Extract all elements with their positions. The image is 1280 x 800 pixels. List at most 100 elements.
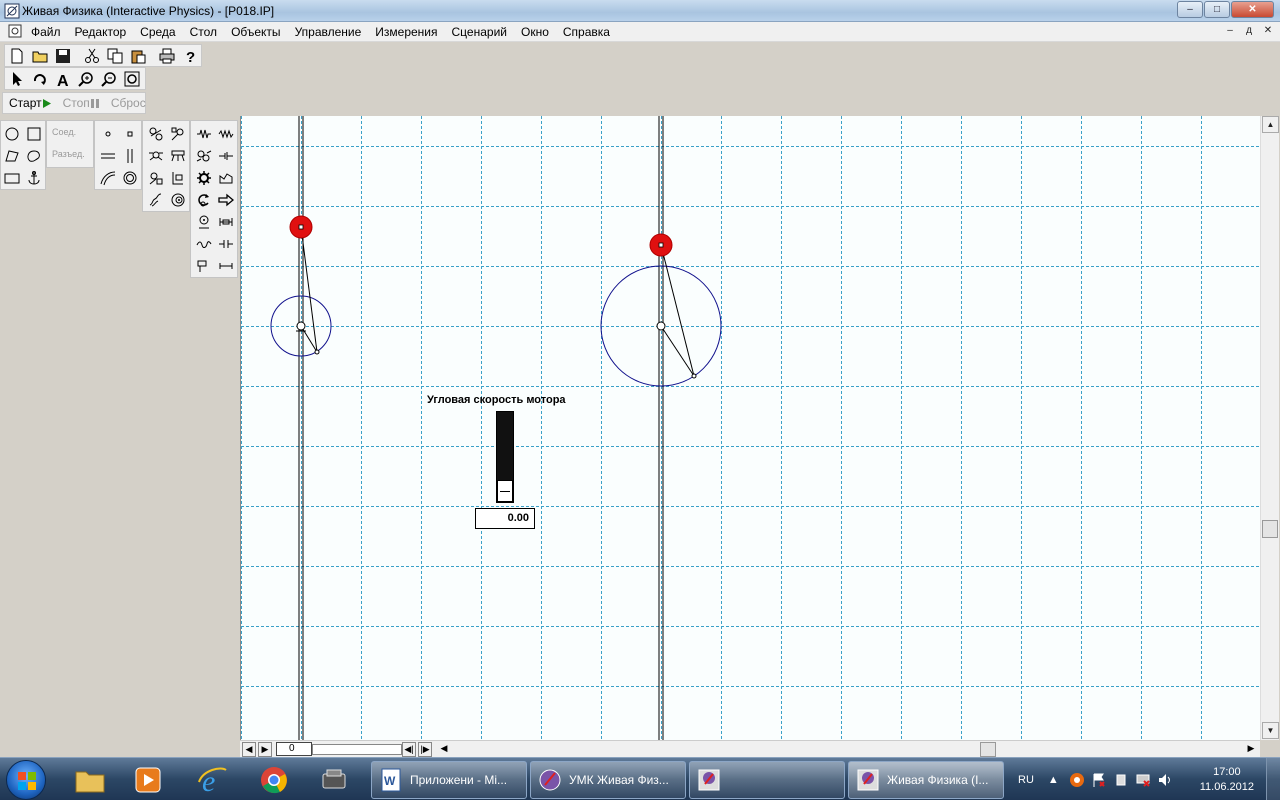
- spring-tool-icon[interactable]: [145, 189, 167, 211]
- slider-knob[interactable]: [497, 480, 513, 502]
- cut-scissors-icon[interactable]: [80, 45, 103, 66]
- frame-counter[interactable]: 0: [276, 742, 312, 756]
- force-arrow-icon[interactable]: [215, 189, 237, 211]
- help-question-icon[interactable]: ?: [178, 45, 201, 66]
- horizontal-scroll-thumb[interactable]: [980, 742, 996, 757]
- vertical-slot-icon[interactable]: [119, 145, 141, 167]
- start-button[interactable]: Старт: [3, 96, 57, 110]
- menu-script[interactable]: Сценарий: [445, 25, 514, 39]
- square-tool-icon[interactable]: [1, 167, 23, 189]
- closed-slot-icon[interactable]: [119, 167, 141, 189]
- explorer-pin[interactable]: [64, 762, 116, 798]
- zoom-out-icon[interactable]: [97, 68, 120, 89]
- wave-spring-icon[interactable]: [215, 123, 237, 145]
- flag-icon[interactable]: [1091, 772, 1107, 788]
- rod-tool-icon[interactable]: [145, 167, 167, 189]
- curved-slot-icon[interactable]: [97, 167, 119, 189]
- taskbar-task-word[interactable]: W Приложени - Mi...: [371, 761, 527, 799]
- title-bar[interactable]: Живая Физика (Interactive Physics) - [P0…: [0, 0, 1280, 22]
- print-icon[interactable]: [155, 45, 178, 66]
- motor-speed-slider[interactable]: [496, 411, 514, 503]
- spiral-tool-icon[interactable]: [167, 189, 189, 211]
- pin-joint-icon[interactable]: [193, 255, 215, 277]
- menu-file[interactable]: Файл: [24, 25, 68, 39]
- step-back-end-icon[interactable]: ◀|: [402, 742, 416, 757]
- language-indicator[interactable]: RU: [1018, 774, 1034, 786]
- rope-tool-icon[interactable]: [145, 123, 167, 145]
- taskbar-task-umk[interactable]: УМК Живая Физ...: [530, 761, 686, 799]
- rigid-joint-icon[interactable]: [215, 255, 237, 277]
- document-icon[interactable]: [8, 24, 22, 38]
- rotate-icon[interactable]: [28, 68, 51, 89]
- simulation-workspace[interactable]: Угловая скорость мотора 0.00: [240, 116, 1260, 740]
- menu-window[interactable]: Окно: [514, 25, 556, 39]
- start-button[interactable]: [6, 760, 46, 800]
- menu-editor[interactable]: Редактор: [68, 25, 134, 39]
- gear-rope-icon[interactable]: [167, 145, 189, 167]
- volume-icon[interactable]: [1157, 772, 1173, 788]
- mdi-close-button[interactable]: ✕: [1260, 24, 1276, 39]
- arrow-pointer-icon[interactable]: [5, 68, 28, 89]
- mdi-restore-button[interactable]: д: [1241, 24, 1257, 39]
- coupler-icon[interactable]: [215, 233, 237, 255]
- polygon-tool-icon[interactable]: [1, 145, 23, 167]
- reset-button[interactable]: Сброс: [105, 96, 152, 110]
- join-button[interactable]: Соед.: [52, 127, 76, 137]
- network-icon[interactable]: [1135, 772, 1151, 788]
- circle-tool-icon[interactable]: [1, 123, 23, 145]
- damper-icon[interactable]: [193, 145, 215, 167]
- step-forward-icon[interactable]: ▶: [258, 742, 272, 757]
- menu-table[interactable]: Стол: [183, 25, 224, 39]
- rope-wave-icon[interactable]: [193, 233, 215, 255]
- horizontal-slot-icon[interactable]: [97, 145, 119, 167]
- point-element-icon[interactable]: [97, 123, 119, 145]
- menu-help[interactable]: Справка: [556, 25, 617, 39]
- scroll-down-icon[interactable]: ▼: [1262, 722, 1279, 739]
- step-forward-end-icon[interactable]: |▶: [418, 742, 432, 757]
- vertical-scrollbar[interactable]: ▲ ▼: [1260, 116, 1279, 740]
- slot-joint-icon[interactable]: [167, 167, 189, 189]
- taskbar-task-physics-active[interactable]: Живая Физика (I...: [848, 761, 1004, 799]
- paste-icon[interactable]: [126, 45, 149, 66]
- actuator-rod-icon[interactable]: [215, 211, 237, 233]
- media-player-pin[interactable]: [122, 762, 174, 798]
- vertical-scroll-thumb[interactable]: [1262, 520, 1278, 538]
- clock[interactable]: 17:00 11.06.2012: [1200, 765, 1254, 795]
- rectangle-tool-icon[interactable]: [23, 123, 45, 145]
- stop-button[interactable]: Стоп: [57, 96, 105, 110]
- curved-body-tool-icon[interactable]: [23, 145, 45, 167]
- torque-tool-icon[interactable]: [193, 211, 215, 233]
- open-folder-icon[interactable]: [28, 45, 51, 66]
- rewind-icon[interactable]: ◀: [242, 742, 256, 757]
- app-pin[interactable]: [308, 762, 360, 798]
- menu-environment[interactable]: Среда: [133, 25, 182, 39]
- scroll-up-icon[interactable]: ▲: [1262, 116, 1279, 133]
- menu-measurements[interactable]: Измерения: [368, 25, 444, 39]
- anchor-tool-icon[interactable]: [23, 167, 45, 189]
- antivirus-icon[interactable]: [1069, 772, 1085, 788]
- menu-objects[interactable]: Объекты: [224, 25, 288, 39]
- zoom-fit-icon[interactable]: [120, 68, 143, 89]
- menu-control[interactable]: Управление: [288, 25, 369, 39]
- chrome-pin[interactable]: [248, 762, 300, 798]
- tape-player-track[interactable]: [312, 744, 402, 755]
- copy-icon[interactable]: [103, 45, 126, 66]
- spring-element-icon[interactable]: [193, 123, 215, 145]
- split-button[interactable]: Разъед.: [52, 149, 85, 159]
- ie-pin[interactable]: e: [186, 762, 238, 798]
- save-disk-icon[interactable]: [51, 45, 74, 66]
- scroll-left-icon[interactable]: ◀: [438, 742, 450, 757]
- new-file-icon[interactable]: [5, 45, 28, 66]
- zoom-in-icon[interactable]: [74, 68, 97, 89]
- motor-speed-value[interactable]: 0.00: [475, 508, 535, 529]
- maximize-button[interactable]: □: [1204, 1, 1230, 18]
- show-desktop-button[interactable]: [1266, 758, 1280, 800]
- simulation-scene[interactable]: [241, 116, 1260, 740]
- minimize-button[interactable]: –: [1177, 1, 1203, 18]
- scroll-right-icon[interactable]: ▶: [1244, 742, 1258, 757]
- mdi-minimize-button[interactable]: –: [1222, 24, 1238, 39]
- separator-tool-icon[interactable]: [167, 123, 189, 145]
- taskbar-task-physics-thumb[interactable]: [689, 761, 845, 799]
- horizontal-scrollbar[interactable]: ◀ ▶ 0 ◀| |▶ ◀ ▶: [240, 740, 1260, 757]
- linear-damper-icon[interactable]: [215, 145, 237, 167]
